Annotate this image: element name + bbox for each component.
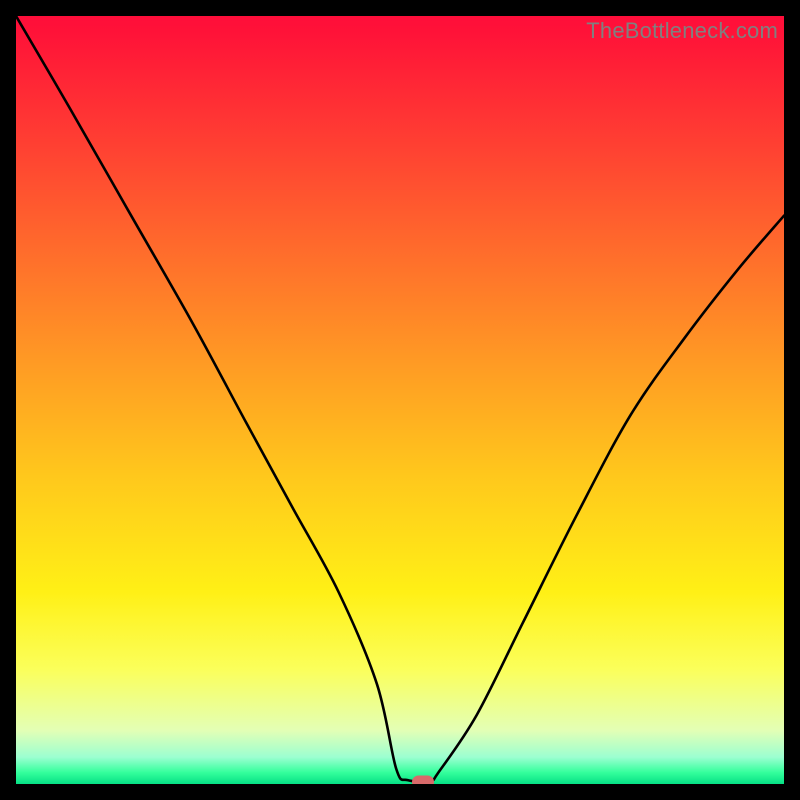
watermark-text: TheBottleneck.com <box>586 18 778 44</box>
optimal-point-marker <box>412 776 434 785</box>
frame: TheBottleneck.com <box>0 0 800 800</box>
bottleneck-curve <box>16 16 784 781</box>
plot-area: TheBottleneck.com <box>16 16 784 784</box>
curve-svg <box>16 16 784 784</box>
